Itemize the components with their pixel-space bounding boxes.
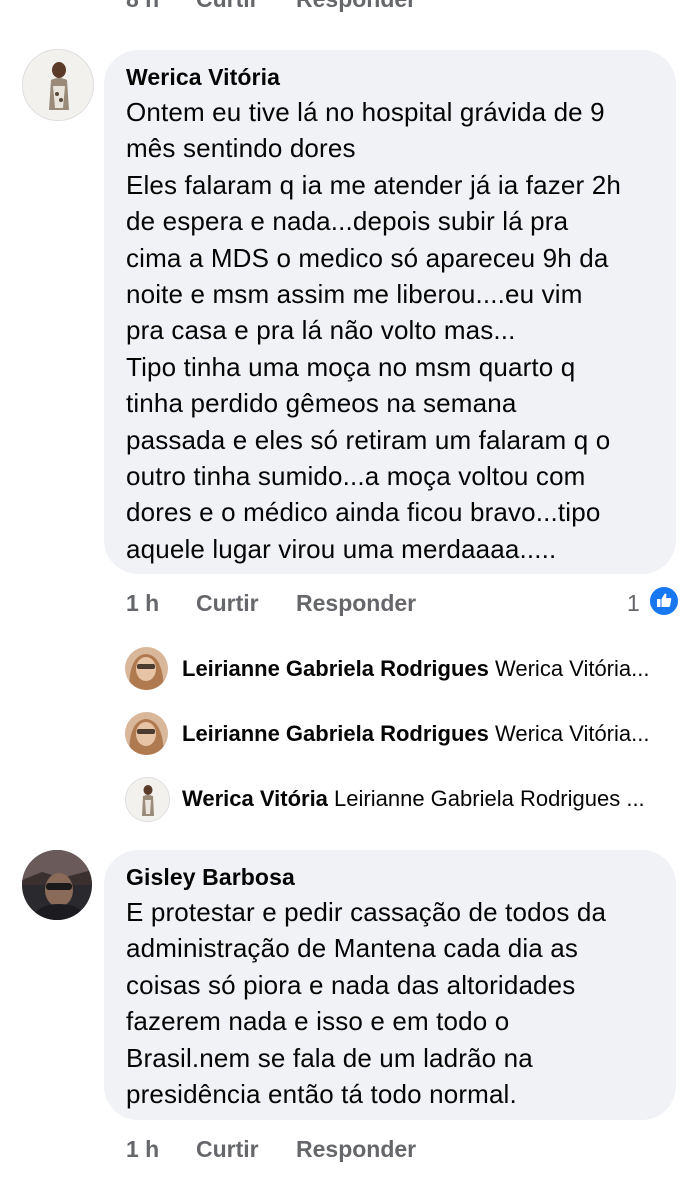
user-photo-icon <box>23 50 93 120</box>
reaction-count[interactable]: 1 <box>627 590 640 617</box>
reply-button[interactable]: Responder <box>296 1136 416 1163</box>
reply-preview: Werica Vitória Leirianne Gabriela Rodrig… <box>182 786 645 812</box>
avatar[interactable] <box>125 712 168 755</box>
reply-author[interactable]: Leirianne Gabriela Rodrigues <box>182 656 489 681</box>
comment-text: Ontem eu tive lá no hospital grávida de … <box>126 97 621 564</box>
avatar[interactable] <box>125 777 170 822</box>
reply-snippet: Werica Vitória... <box>495 656 650 681</box>
comment-actions: 1 h Curtir Responder <box>0 1136 700 1166</box>
like-button[interactable]: Curtir <box>196 0 259 13</box>
reply-button[interactable]: Responder <box>296 0 416 13</box>
user-photo-icon <box>125 647 168 690</box>
comment-author[interactable]: Werica Vitória <box>126 64 280 91</box>
like-button[interactable]: Curtir <box>196 590 259 617</box>
avatar[interactable] <box>125 647 168 690</box>
previous-comment-actions: 8 h Curtir Responder <box>0 0 700 16</box>
reply-author[interactable]: Werica Vitória <box>182 786 328 811</box>
user-photo-icon <box>125 712 168 755</box>
reply-snippet: Werica Vitória... <box>495 721 650 746</box>
reply-button[interactable]: Responder <box>296 590 416 617</box>
timestamp: 8 h <box>126 0 159 13</box>
timestamp: 1 h <box>126 590 160 616</box>
reply-snippet: Leirianne Gabriela Rodrigues ... <box>334 786 645 811</box>
reply-preview: Leirianne Gabriela Rodrigues Werica Vitó… <box>182 656 649 682</box>
user-photo-icon <box>126 778 169 821</box>
comment-author[interactable]: Gisley Barbosa <box>126 864 295 891</box>
like-button[interactable]: Curtir <box>196 1136 259 1163</box>
avatar[interactable] <box>22 49 94 121</box>
reply-preview: Leirianne Gabriela Rodrigues Werica Vitó… <box>182 721 649 747</box>
like-icon[interactable] <box>648 585 680 617</box>
reply-author[interactable]: Leirianne Gabriela Rodrigues <box>182 721 489 746</box>
user-photo-icon <box>22 850 92 920</box>
avatar[interactable] <box>22 850 92 920</box>
comment-bubble: Werica Vitória Ontem eu tive lá no hospi… <box>104 50 676 574</box>
comment-actions: 1 h Curtir Responder <box>0 590 700 620</box>
comment-bubble: Gisley Barbosa E protestar e pedir cassa… <box>104 850 676 1120</box>
timestamp: 1 h <box>126 1136 160 1162</box>
comment-text: E protestar e pedir cassação de todos da… <box>126 897 607 1110</box>
